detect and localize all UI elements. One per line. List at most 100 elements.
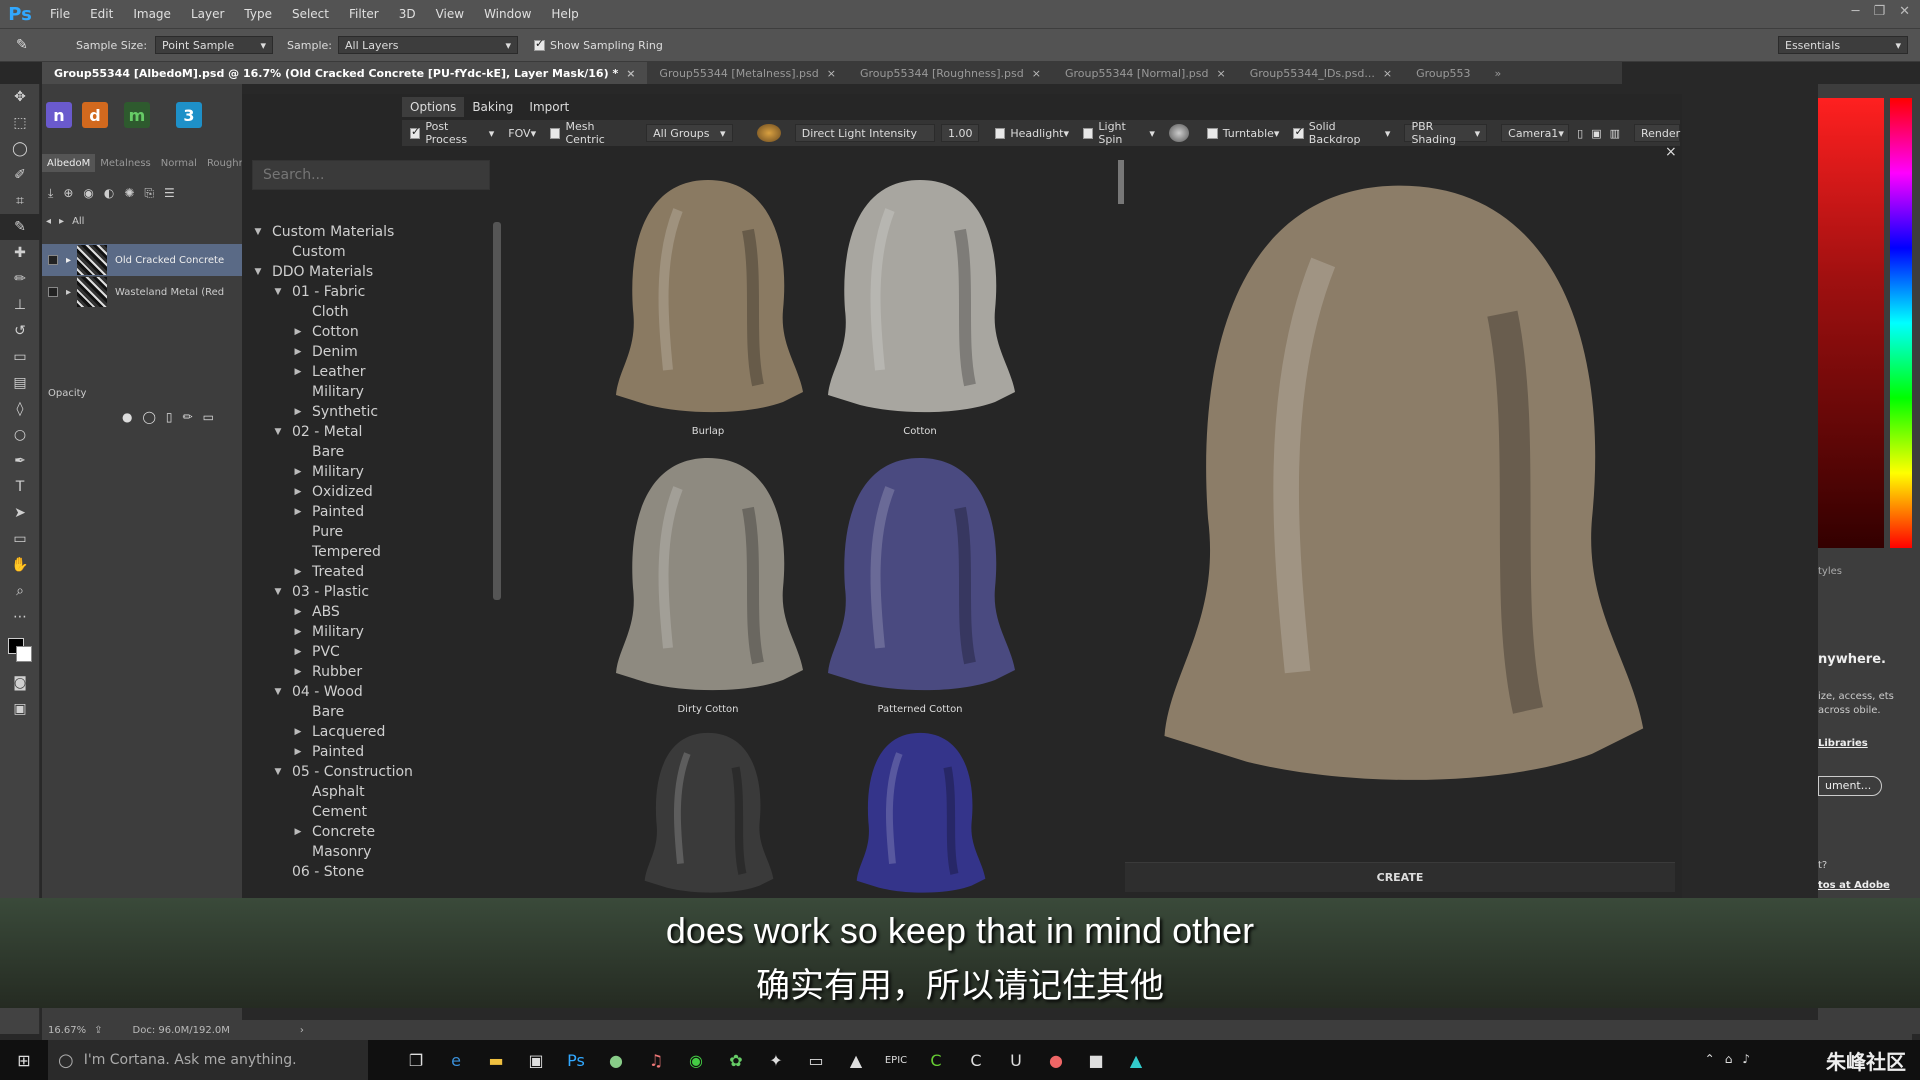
zoom-level[interactable]: 16.67% <box>48 1025 86 1036</box>
tree-node[interactable]: ▶ Denim <box>252 342 492 362</box>
workspace-select[interactable]: Essentials ▾ <box>1778 36 1908 54</box>
menu-type[interactable]: Type <box>234 7 282 21</box>
libraries-link[interactable]: Libraries <box>1818 738 1868 749</box>
layer-filter[interactable]: ◂ ▸ All <box>46 216 84 227</box>
post-process-checkbox[interactable] <box>410 125 421 139</box>
app-icon[interactable]: ✦ <box>756 1040 796 1080</box>
tree-node[interactable]: Tempered <box>252 542 492 562</box>
expand-caret-icon[interactable]: ▶ <box>292 327 304 337</box>
menu-window[interactable]: Window <box>474 7 541 21</box>
document-tab[interactable]: Group55344_IDs.psd... × <box>1238 62 1404 84</box>
eyedropper-tool-icon[interactable]: ✎ <box>16 37 46 53</box>
fov-dropdown[interactable]: FOV <box>508 127 530 140</box>
tree-node[interactable]: Cement <box>252 802 492 822</box>
zoom-tool-icon[interactable]: ⌕ <box>0 578 40 604</box>
store-icon[interactable]: ▣ <box>516 1040 556 1080</box>
channel-tab[interactable]: AlbedoM <box>42 154 96 172</box>
shading-select[interactable]: PBR Shading ▾ <box>1404 120 1488 146</box>
circle-icon[interactable]: ● <box>122 410 132 424</box>
expand-caret-icon[interactable]: ▶ <box>292 827 304 837</box>
light-mode-select[interactable]: Direct Light Intensity <box>794 124 935 142</box>
close-icon[interactable]: ✕ <box>1899 4 1910 19</box>
light-sphere-icon[interactable] <box>756 124 781 142</box>
eraser-tool-icon[interactable]: ▭ <box>0 344 40 370</box>
file-explorer-icon[interactable]: ▬ <box>476 1040 516 1080</box>
shape-tool-icon[interactable]: ▭ <box>0 526 40 552</box>
expand-caret-icon[interactable]: ▼ <box>272 287 284 297</box>
document-tab[interactable]: Group55344 [Normal].psd × <box>1053 62 1238 84</box>
dialog-close-icon[interactable]: × <box>1665 144 1677 160</box>
chevron-right-icon[interactable]: › <box>300 1025 304 1036</box>
download-icon[interactable]: ⤓ <box>48 186 53 201</box>
tree-node[interactable]: Asphalt <box>252 782 492 802</box>
more-tabs-icon[interactable]: » <box>1483 62 1514 84</box>
channel-tab[interactable]: Normal <box>156 154 202 172</box>
expand-caret-icon[interactable]: ▶ <box>292 467 304 477</box>
tree-node[interactable]: ▶ ABS <box>252 602 492 622</box>
tree-scrollbar[interactable] <box>493 222 501 600</box>
menu-help[interactable]: Help <box>541 7 588 21</box>
channel-tab[interactable]: Metalness <box>95 154 156 172</box>
camera-select[interactable]: Camera1 ▾ <box>1501 124 1570 142</box>
dialog-tab-options[interactable]: Options <box>402 97 465 117</box>
mesh-centric-checkbox[interactable] <box>550 127 561 139</box>
color-spectrum[interactable] <box>1818 98 1884 548</box>
material-card[interactable] <box>608 726 808 898</box>
chevron-right-icon[interactable]: ▸ <box>59 216 64 227</box>
pen-tool-icon[interactable]: ✒ <box>0 448 40 474</box>
quick-select-tool-icon[interactable]: ✐ <box>0 162 40 188</box>
expand-caret-icon[interactable]: ▼ <box>252 227 264 237</box>
brush-icon[interactable]: ✏ <box>183 410 193 424</box>
expand-caret-icon[interactable]: ▶ <box>292 567 304 577</box>
mask-icon[interactable]: ◐ <box>104 186 114 200</box>
light-spin-checkbox[interactable] <box>1083 127 1094 139</box>
path-select-tool-icon[interactable]: ➤ <box>0 500 40 526</box>
tree-node[interactable]: Bare <box>252 702 492 722</box>
tree-node[interactable]: ▶ Painted <box>252 502 492 522</box>
copy-icon[interactable]: ⎘ <box>144 186 154 201</box>
document-tab[interactable]: Group553 <box>1404 62 1482 84</box>
material-card[interactable]: Burlap <box>608 170 808 437</box>
document-button[interactable]: ument... <box>1818 776 1882 796</box>
healing-tool-icon[interactable]: ✚ <box>0 240 40 266</box>
app-icon[interactable]: ✿ <box>716 1040 756 1080</box>
speaker-icon[interactable]: ♪ <box>1742 1052 1750 1066</box>
add-layer-icon[interactable]: ⊕ <box>63 186 73 200</box>
task-view-icon[interactable]: ❐ <box>396 1040 436 1080</box>
expand-caret-icon[interactable]: ▶ <box>292 727 304 737</box>
stamp-tool-icon[interactable]: ⊥ <box>0 292 40 318</box>
export-icon[interactable]: ⇪ <box>94 1025 102 1036</box>
tree-node[interactable]: Custom <box>252 242 492 262</box>
epic-games-icon[interactable]: EPIC <box>876 1040 916 1080</box>
gradient-tool-icon[interactable]: ▤ <box>0 370 40 396</box>
solid-backdrop-checkbox[interactable] <box>1293 125 1304 139</box>
tree-node[interactable]: ▼ 04 - Wood <box>252 682 492 702</box>
expand-caret-icon[interactable]: ▶ <box>292 487 304 497</box>
turntable-checkbox[interactable] <box>1207 127 1218 139</box>
menu-file[interactable]: File <box>40 7 80 21</box>
tree-node[interactable]: ▶ Cotton <box>252 322 492 342</box>
create-button[interactable]: CREATE <box>1125 862 1675 892</box>
material-card[interactable]: Dirty Cotton <box>608 448 808 715</box>
tree-node[interactable]: ▼ 02 - Metal <box>252 422 492 442</box>
tree-node[interactable]: ▼ 01 - Fabric <box>252 282 492 302</box>
tree-node[interactable]: ▶ Leather <box>252 362 492 382</box>
tree-node[interactable]: ▶ Painted <box>252 742 492 762</box>
tree-node[interactable]: Masonry <box>252 842 492 862</box>
dodge-tool-icon[interactable]: ○ <box>0 422 40 448</box>
search-input[interactable] <box>252 160 490 190</box>
tree-node[interactable]: Pure <box>252 522 492 542</box>
hue-slider[interactable] <box>1890 98 1912 548</box>
tree-node[interactable]: 06 - Stone <box>252 862 492 882</box>
edge-icon[interactable]: e <box>436 1040 476 1080</box>
page-icon[interactable]: ▯ <box>166 410 173 424</box>
app-icon[interactable]: ▭ <box>796 1040 836 1080</box>
eyedropper-tool-icon[interactable]: ✎ <box>0 214 40 240</box>
visibility-checkbox[interactable] <box>48 255 58 265</box>
photoshop-taskbar-icon[interactable]: Ps <box>556 1040 596 1080</box>
material-card[interactable]: Patterned Cotton <box>820 448 1020 715</box>
app-icon[interactable]: ■ <box>1076 1040 1116 1080</box>
quick-mask-icon[interactable]: ◙ <box>0 670 40 696</box>
itunes-icon[interactable]: ♫ <box>636 1040 676 1080</box>
tree-node[interactable]: ▼ 03 - Plastic <box>252 582 492 602</box>
